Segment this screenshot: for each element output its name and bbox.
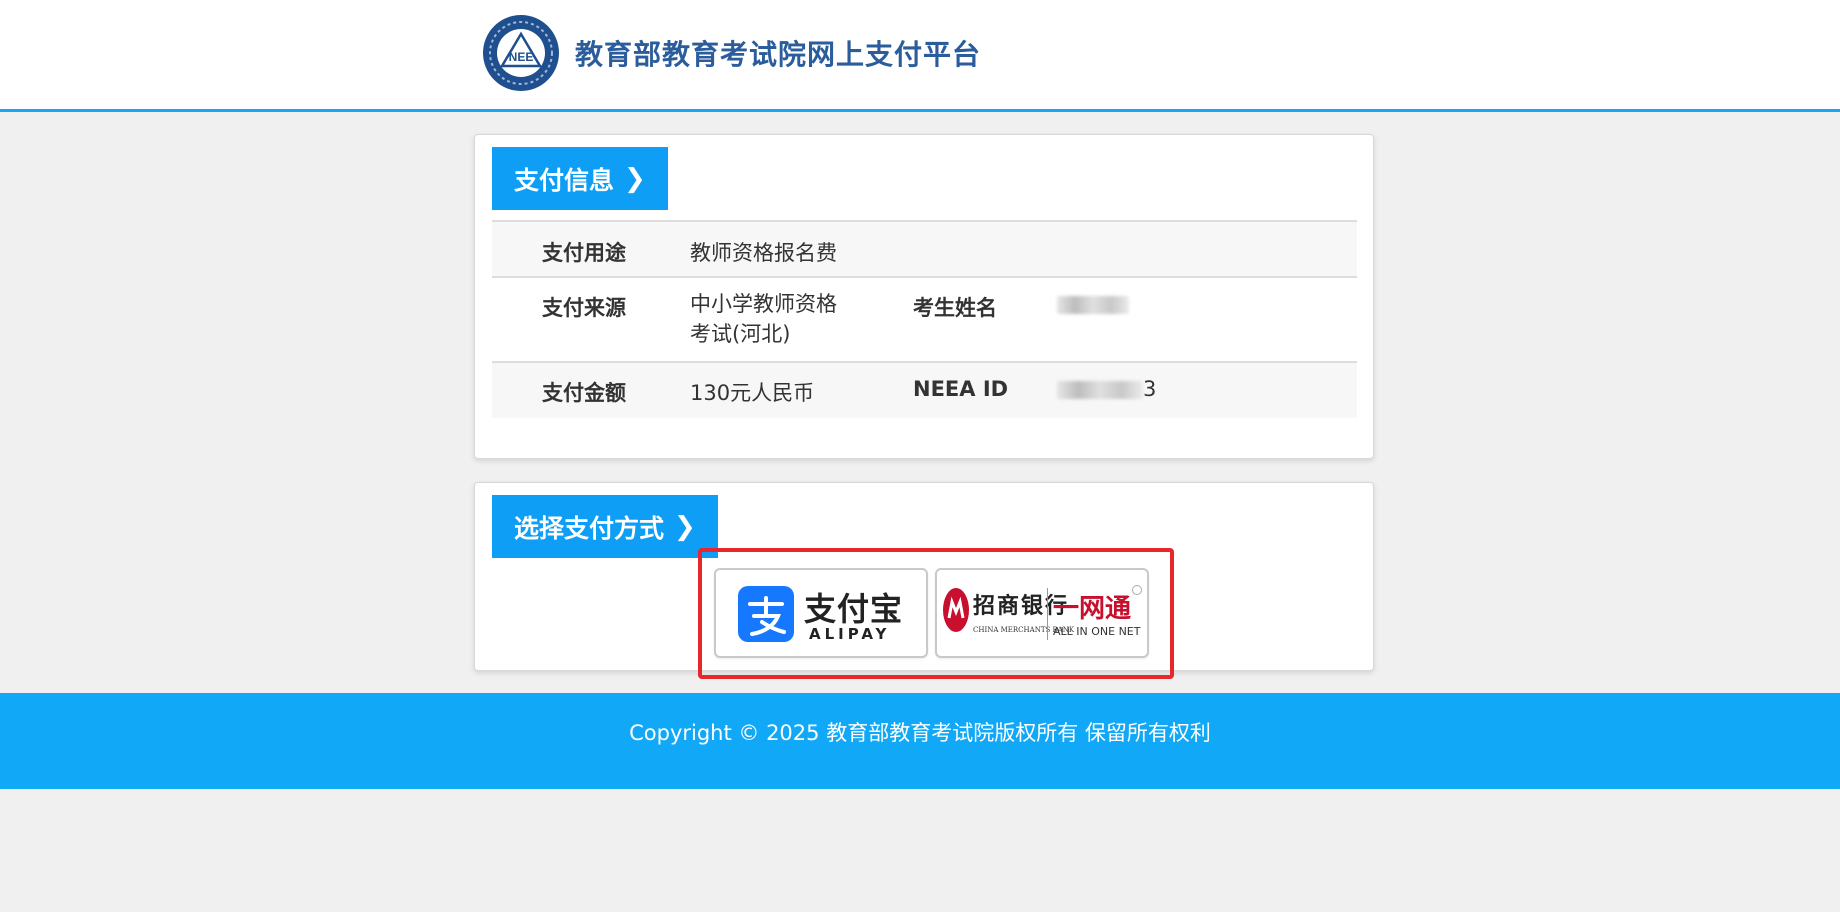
registered-mark-icon	[1132, 585, 1142, 595]
candidate-name-redacted	[1057, 292, 1129, 316]
table-row: 支付来源 中小学教师资格考试(河北) 考生姓名	[492, 278, 1357, 363]
neea-id-value: 3	[1057, 377, 1156, 401]
cmb-divider	[1047, 588, 1048, 640]
site-header: NEE 教育部教育考试院网上支付平台	[0, 0, 1840, 112]
candidate-name-label: 考生姓名	[913, 296, 997, 320]
neea-emblem-icon: NEE	[483, 15, 559, 91]
amount-label: 支付金额	[542, 381, 626, 405]
payment-method-title: 选择支付方式	[514, 513, 665, 543]
logo-text: NEE	[509, 50, 534, 64]
payment-info-heading: 支付信息 ❯	[492, 147, 668, 210]
payment-info-table: 支付用途 教师资格报名费 支付来源 中小学教师资格考试(河北) 考生姓名 支付金…	[492, 220, 1357, 418]
neea-id-redacted	[1057, 381, 1143, 399]
alipay-button[interactable]: 支付宝 ALIPAY	[714, 568, 928, 658]
site-footer: Copyright © 2025 教育部教育考试院版权所有 保留所有权利	[0, 693, 1840, 789]
cmb-allinone-cn: 一网通	[1053, 594, 1132, 624]
site-title: 教育部教育考试院网上支付平台	[575, 38, 982, 71]
alipay-icon	[738, 586, 794, 642]
chevron-right-icon: ❯	[624, 163, 646, 194]
cmb-allinone-en: ALL IN ONE NET	[1053, 625, 1141, 638]
copyright-text: Copyright © 2025 教育部教育考试院版权所有 保留所有权利	[629, 721, 1211, 745]
alipay-label-cn: 支付宝	[804, 590, 904, 628]
cmb-logo-icon	[943, 588, 969, 632]
payment-info-title: 支付信息	[514, 165, 615, 195]
neea-id-suffix: 3	[1143, 377, 1157, 401]
purpose-value: 教师资格报名费	[690, 241, 837, 265]
amount-value: 130元人民币	[690, 381, 815, 405]
source-label: 支付来源	[542, 296, 626, 320]
chevron-right-icon: ❯	[674, 511, 696, 542]
payment-info-panel: 支付信息 ❯ 支付用途 教师资格报名费 支付来源 中小学教师资格考试(河北) 考…	[474, 134, 1374, 459]
table-row: 支付金额 130元人民币 NEEA ID 3	[492, 363, 1357, 418]
alipay-label-en: ALIPAY	[809, 625, 891, 643]
source-value: 中小学教师资格考试(河北)	[690, 292, 837, 346]
purpose-label: 支付用途	[542, 241, 626, 265]
payment-method-heading: 选择支付方式 ❯	[492, 495, 718, 558]
table-row: 支付用途 教师资格报名费	[492, 222, 1357, 278]
cmb-button[interactable]: 招商银行 CHINA MERCHANTS BANK 一网通 ALL IN ONE…	[935, 568, 1149, 658]
site-logo[interactable]: NEE 教育部教育考试院网上支付平台	[482, 14, 981, 92]
neea-id-label: NEEA ID	[913, 377, 1009, 401]
